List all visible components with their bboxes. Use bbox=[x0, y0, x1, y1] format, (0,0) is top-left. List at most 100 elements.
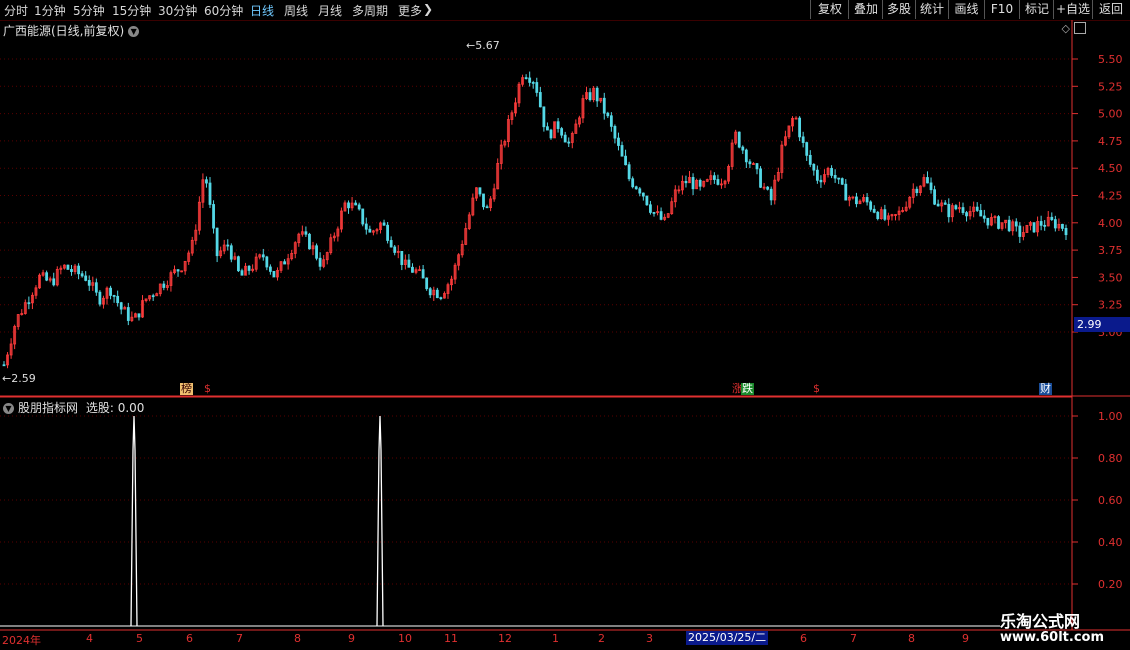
candle-body bbox=[659, 211, 663, 220]
price-tick-label: 3.75 bbox=[1098, 244, 1123, 257]
candle-body bbox=[627, 164, 631, 180]
date-label: 10 bbox=[398, 632, 412, 645]
candle-body bbox=[798, 117, 802, 138]
candle-body bbox=[769, 188, 773, 201]
candle-body bbox=[943, 202, 947, 205]
candle-body bbox=[208, 182, 212, 205]
candle-body bbox=[915, 188, 919, 193]
candle-body bbox=[744, 149, 748, 163]
candle-body bbox=[645, 195, 649, 206]
candle-body bbox=[1032, 222, 1036, 233]
candle-body bbox=[1043, 224, 1047, 227]
candle-body bbox=[837, 177, 841, 180]
date-label: 6 bbox=[800, 632, 807, 645]
candle-body bbox=[588, 92, 592, 101]
candle-body bbox=[965, 212, 968, 217]
candle-body bbox=[382, 222, 386, 226]
candle-body bbox=[109, 287, 112, 296]
candle-body bbox=[563, 134, 567, 143]
candle-body bbox=[80, 273, 84, 277]
marker-die[interactable]: 跌 bbox=[741, 383, 754, 395]
date-label: 2024年 bbox=[2, 634, 41, 647]
candle-body bbox=[261, 254, 265, 258]
indicator-tick-label: 0.20 bbox=[1098, 578, 1123, 591]
candle-body bbox=[531, 82, 535, 84]
candle-body bbox=[549, 129, 553, 139]
candle-body bbox=[126, 307, 130, 321]
current-price-tag: 2.99 bbox=[1074, 317, 1130, 332]
marker-cai[interactable]: 财 bbox=[1039, 383, 1052, 395]
chart-canvas[interactable]: 5.50 5.25 5.00 4.75 4.50 4.25 4.00 3.75 3.50 3.25… bbox=[0, 0, 1130, 650]
candle-body bbox=[872, 208, 876, 213]
candle-body bbox=[400, 250, 404, 265]
candle-body bbox=[933, 189, 936, 205]
price-tick-label: 4.00 bbox=[1098, 217, 1123, 230]
price-tick-label: 5.25 bbox=[1098, 80, 1123, 93]
candle-body bbox=[151, 295, 155, 298]
candle-body bbox=[712, 175, 716, 180]
candle-body bbox=[986, 217, 990, 226]
candle-body bbox=[567, 141, 571, 144]
marker-dollar-2[interactable]: $ bbox=[813, 383, 820, 395]
indicator-value: 选股: 0.00 bbox=[85, 401, 145, 415]
candle-body bbox=[936, 203, 940, 207]
candle-body bbox=[602, 97, 606, 114]
candle-body bbox=[652, 212, 656, 214]
indicator-name: 股朋指标网 bbox=[18, 401, 79, 415]
candle-body bbox=[435, 289, 439, 299]
candle-body bbox=[961, 207, 965, 214]
cursor-date-tag: 2025/03/25/二 bbox=[686, 631, 769, 645]
price-tick-label: 4.50 bbox=[1098, 162, 1123, 175]
date-label: 11 bbox=[444, 632, 458, 645]
candle-body bbox=[116, 295, 120, 304]
candle-body bbox=[542, 106, 546, 128]
candle-body bbox=[361, 208, 365, 225]
candle-body bbox=[176, 269, 180, 272]
indicator-tick-label: 0.60 bbox=[1098, 494, 1123, 507]
candle-body bbox=[819, 179, 823, 183]
candle-body bbox=[237, 256, 240, 272]
candle-body bbox=[268, 266, 272, 272]
candle-body bbox=[844, 183, 848, 201]
candle-body bbox=[649, 204, 652, 213]
candle-body bbox=[631, 178, 635, 188]
candle-body bbox=[538, 92, 542, 108]
candle-body bbox=[595, 87, 599, 102]
signal-spike bbox=[130, 415, 138, 627]
candle-body bbox=[77, 265, 80, 275]
date-label: 8 bbox=[294, 632, 301, 645]
candle-body bbox=[439, 297, 443, 300]
candle-body bbox=[997, 216, 1000, 229]
candle-body bbox=[226, 244, 230, 247]
date-label: 4 bbox=[86, 632, 93, 645]
candle-body bbox=[716, 179, 720, 185]
candle-body bbox=[1064, 227, 1068, 236]
candle-body bbox=[1018, 225, 1022, 237]
candle-body bbox=[354, 202, 358, 206]
signal-spike bbox=[376, 415, 384, 627]
candle-body bbox=[741, 146, 745, 151]
chevron-down-icon[interactable]: ▼ bbox=[3, 403, 14, 414]
marker-bang[interactable]: 榜 bbox=[180, 383, 193, 395]
candle-body bbox=[212, 204, 215, 229]
watermark-url: www.60lt.com bbox=[1000, 630, 1105, 645]
candle-body bbox=[815, 169, 819, 181]
candle-body bbox=[215, 227, 219, 257]
price-tick-label: 5.50 bbox=[1098, 53, 1123, 66]
date-label: 12 bbox=[498, 632, 512, 645]
candle-body bbox=[1014, 221, 1018, 227]
candle-body bbox=[162, 283, 166, 288]
candle-body bbox=[357, 204, 361, 210]
candle-body bbox=[926, 177, 929, 184]
candle-body bbox=[620, 145, 624, 157]
candle-body bbox=[283, 261, 286, 265]
candle-body bbox=[737, 131, 741, 148]
candle-body bbox=[411, 266, 414, 273]
candle-body bbox=[478, 187, 482, 195]
candle-body bbox=[606, 112, 610, 117]
indicator-title[interactable]: ▼ 股朋指标网 选股: 0.00 bbox=[3, 399, 144, 416]
date-label: 8 bbox=[908, 632, 915, 645]
indicator-tick-label: 0.40 bbox=[1098, 536, 1123, 549]
marker-dollar[interactable]: $ bbox=[204, 383, 211, 395]
candle-body bbox=[2, 364, 6, 367]
